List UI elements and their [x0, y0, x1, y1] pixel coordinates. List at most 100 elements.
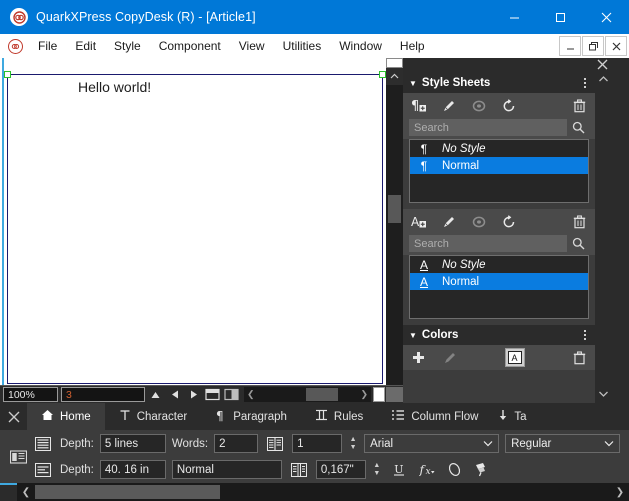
column-count-stepper[interactable]: ▲ ▼ [348, 436, 358, 451]
delete-color-icon[interactable] [571, 349, 588, 366]
columns-count-icon[interactable] [264, 434, 286, 454]
tab-home[interactable]: Home [27, 403, 105, 430]
edit-style-icon[interactable] [440, 97, 457, 114]
gutter-width-field[interactable]: 0,167" [316, 460, 366, 479]
zoom-level-field[interactable]: 100% [3, 387, 58, 402]
next-page-button[interactable] [185, 387, 202, 402]
text-color-icon[interactable]: A [505, 348, 525, 367]
measure-depth-icon[interactable] [32, 460, 54, 480]
words-count-field[interactable]: 2 [214, 434, 258, 453]
vertical-scroll-track[interactable] [386, 85, 403, 386]
menu-item-style[interactable]: Style [105, 36, 150, 56]
font-style-select[interactable]: Regular [505, 434, 620, 453]
kebab-menu-icon[interactable] [581, 330, 589, 340]
format-painter-icon[interactable] [472, 460, 494, 480]
opacity-icon[interactable] [444, 460, 466, 480]
depth-measure-field[interactable]: 40. 16 in [100, 460, 166, 479]
character-style-search-input[interactable] [409, 235, 567, 252]
maximize-button[interactable] [537, 0, 583, 34]
tab-paragraph[interactable]: ¶ Paragraph [201, 403, 301, 430]
single-page-view-icon[interactable] [204, 387, 221, 402]
gutter-width-stepper[interactable]: ▲ ▼ [372, 462, 382, 477]
search-icon[interactable] [567, 121, 589, 134]
palette-scroll-down-icon[interactable] [598, 390, 609, 401]
triangle-down-icon[interactable]: ▼ [409, 331, 417, 340]
list-item[interactable]: ¶ Normal [410, 157, 588, 174]
lines-depth-icon[interactable] [32, 434, 54, 454]
depth-lines-field[interactable]: 5 lines [100, 434, 166, 453]
fx-icon[interactable]: ƒ x [416, 460, 438, 480]
duplicate-style-icon[interactable] [470, 213, 487, 230]
component-icon[interactable] [6, 450, 30, 464]
close-palette-icon[interactable] [597, 59, 608, 73]
column-count-field[interactable]: 1 [292, 434, 342, 453]
list-item[interactable]: A No Style [410, 256, 588, 273]
stepper-down-icon[interactable]: ▼ [350, 444, 357, 451]
triangle-down-icon[interactable]: ▼ [409, 79, 417, 88]
menu-item-window[interactable]: Window [330, 36, 391, 56]
resize-grip[interactable] [386, 387, 403, 402]
resize-handle-top-left[interactable] [4, 71, 11, 78]
scroll-left-icon[interactable]: ❮ [247, 389, 255, 400]
horizontal-scroll-thumb[interactable] [306, 388, 338, 401]
measurements-horizontal-scrollbar[interactable]: ❮ ❯ [0, 483, 629, 501]
tab-column-flow[interactable]: Column Flow [377, 403, 492, 430]
close-button[interactable] [583, 0, 629, 34]
page-number-field[interactable]: 3 [61, 387, 145, 402]
menu-item-file[interactable]: File [29, 36, 66, 56]
update-style-icon[interactable] [500, 97, 517, 114]
document-page[interactable]: Hello world! [0, 58, 403, 403]
stepper-up-icon[interactable]: ▲ [350, 436, 357, 443]
previous-page-button[interactable] [166, 387, 183, 402]
add-color-icon[interactable] [410, 349, 427, 366]
paragraph-style-list[interactable]: ¶ No Style ¶ Normal [409, 139, 589, 203]
gutter-width-icon[interactable] [288, 460, 310, 480]
horizontal-scroll-track[interactable]: ❮ ❯ [244, 387, 371, 402]
list-item[interactable]: ¶ No Style [410, 140, 588, 157]
menu-item-component[interactable]: Component [150, 36, 230, 56]
split-view-icon[interactable] [223, 387, 240, 402]
duplicate-style-icon[interactable] [470, 97, 487, 114]
palette-scroll-up-icon[interactable] [598, 75, 609, 86]
edit-color-icon[interactable] [441, 349, 458, 366]
resize-handle-top-right[interactable] [379, 71, 386, 78]
search-icon[interactable] [567, 237, 589, 250]
kebab-menu-icon[interactable] [581, 78, 589, 88]
scroll-left-button[interactable]: ❮ [17, 487, 35, 498]
new-character-style-icon[interactable]: A [410, 213, 427, 230]
measurements-scroll-thumb[interactable] [35, 485, 220, 499]
scroll-right-icon[interactable]: ❯ [360, 389, 368, 400]
menu-item-edit[interactable]: Edit [66, 36, 105, 56]
document-text[interactable]: Hello world! [78, 79, 151, 95]
font-family-select[interactable]: Arial [364, 434, 499, 453]
document-vertical-scrollbar[interactable] [386, 58, 403, 403]
menu-item-view[interactable]: View [230, 36, 274, 56]
minimize-button[interactable] [491, 0, 537, 34]
text-box-frame[interactable] [7, 74, 383, 384]
tab-rules[interactable]: Rules [301, 403, 377, 430]
applied-style-field[interactable]: Normal [172, 460, 282, 479]
vertical-scroll-thumb[interactable] [388, 195, 401, 223]
mdi-close-button[interactable] [605, 36, 627, 56]
paragraph-style-search-input[interactable] [409, 119, 567, 136]
scroll-right-button[interactable]: ❯ [611, 487, 629, 498]
character-style-list[interactable]: A No Style A Normal [409, 255, 589, 319]
page-up-button[interactable] [147, 387, 164, 402]
colors-panel-header[interactable]: ▼ Colors [403, 325, 595, 345]
new-paragraph-style-icon[interactable]: ¶ [410, 97, 427, 114]
tab-tabs[interactable]: Ta [492, 403, 532, 430]
palette-scrollbar[interactable] [595, 73, 612, 403]
edit-style-icon[interactable] [440, 213, 457, 230]
stepper-down-icon[interactable]: ▼ [373, 470, 380, 477]
mdi-restore-button[interactable] [582, 36, 604, 56]
stepper-up-icon[interactable]: ▲ [373, 462, 380, 469]
delete-style-icon[interactable] [571, 213, 588, 230]
style-sheets-panel-header[interactable]: ▼ Style Sheets [403, 73, 595, 93]
mdi-minimize-button[interactable] [559, 36, 581, 56]
underline-icon[interactable]: U [388, 460, 410, 480]
menu-item-help[interactable]: Help [391, 36, 434, 56]
measurements-scroll-track[interactable] [35, 483, 611, 501]
update-style-icon[interactable] [500, 213, 517, 230]
tab-character[interactable]: Character [105, 403, 202, 430]
scroll-up-button[interactable] [386, 68, 403, 85]
